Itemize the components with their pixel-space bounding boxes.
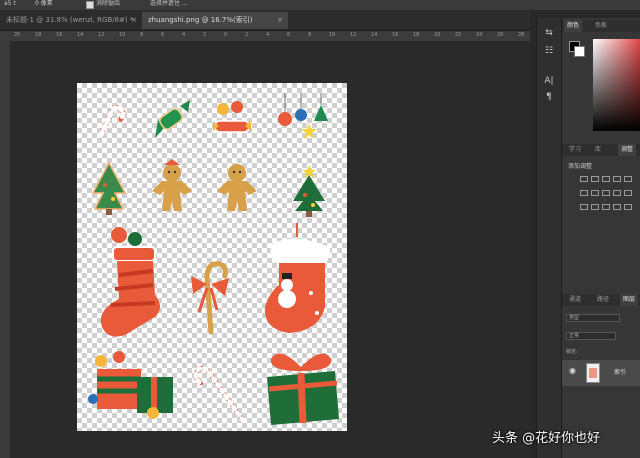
ruler-tick-label: 16	[392, 32, 399, 38]
tab-library[interactable]: 库	[592, 144, 604, 156]
option-pixels[interactable]: 0 像素	[35, 0, 53, 8]
candy-cane-icon	[98, 105, 126, 138]
christmas-decorations-artwork	[88, 93, 339, 425]
gift-pile-icon	[88, 351, 173, 419]
tab-zhuangshi[interactable]: zhuangshi.png @ 16.7%(索引) ×	[142, 12, 288, 29]
adjust-panel-tabs: 学习 库 调整	[562, 144, 640, 156]
brush-preset-icon[interactable]: ☷	[541, 44, 557, 58]
layer-name[interactable]: 索引	[614, 360, 626, 386]
adjustment-icon[interactable]	[580, 190, 588, 196]
layer-filter-input[interactable]: 类型	[566, 314, 620, 322]
close-icon[interactable]: ×	[277, 12, 283, 29]
adjustment-icon[interactable]	[591, 204, 599, 210]
ruler-tick-label: 18	[413, 32, 420, 38]
ruler-tick-label: 8	[140, 32, 144, 38]
christmas-tree-icon	[293, 165, 325, 217]
tab-adjustments[interactable]: 调整	[618, 144, 637, 156]
blend-mode-select[interactable]: 正常	[566, 332, 616, 340]
ruler-tick-label: 6	[287, 32, 291, 38]
snowman-stocking-icon	[264, 223, 331, 333]
ruler-tick-label: 12	[350, 32, 357, 38]
antialias-checkbox[interactable]	[86, 1, 94, 9]
adjustment-icon[interactable]	[580, 204, 588, 210]
options-bar: a5 t 0 像素 消除锯齿 选择并遮住 ...	[0, 0, 640, 10]
eye-icon[interactable]: ◉	[569, 367, 577, 375]
paragraph-icon[interactable]: ¶	[541, 90, 557, 104]
character-icon[interactable]: A|	[541, 74, 557, 88]
right-panels: 颜色 色板 学习 库 调整 添加调整 通道 路径 图层 类型 正常 锁定: ◉ …	[562, 18, 640, 458]
ruler-tick-label: 16	[56, 32, 63, 38]
ruler-tick-label: 14	[77, 32, 84, 38]
add-adjustment-label: 添加调整	[568, 163, 593, 170]
tab-untitled[interactable]: 未标题-1 @ 31.8% (wenzi, RGB/8#) * ×	[0, 12, 142, 29]
ruler-tick-label: 28	[518, 32, 525, 38]
ruler-tick-label: 12	[98, 32, 105, 38]
ruler-tick-label: 6	[161, 32, 165, 38]
option-antialias: 消除锯齿	[96, 0, 121, 7]
adjustment-icon[interactable]	[613, 204, 621, 210]
adjustment-icon[interactable]	[602, 204, 610, 210]
watermark: 头条 @花好你也好	[492, 431, 601, 446]
adjustment-icon[interactable]	[591, 176, 599, 182]
adjustment-icon[interactable]	[624, 176, 632, 182]
color-panel-tabs: 颜色 色板	[562, 20, 640, 32]
ruler-tick-label: 22	[455, 32, 462, 38]
ruler-tick-label: 10	[329, 32, 336, 38]
candy-bundle-icon	[213, 101, 251, 133]
gift-box-icon	[267, 353, 339, 425]
lock-label: 锁定:	[566, 349, 578, 355]
tab-swatches[interactable]: 色板	[592, 20, 610, 32]
ruler-tick-label: 4	[182, 32, 186, 38]
layer-thumbnail	[586, 363, 600, 383]
gingerbread-man-icon	[217, 164, 257, 211]
ruler-tick-label: 20	[434, 32, 441, 38]
ruler-tick-label: 2	[203, 32, 207, 38]
ornaments-icon	[278, 93, 328, 139]
select-and-mask-button[interactable]: 选择并遮住 ...	[150, 0, 188, 8]
tab-layers[interactable]: 图层	[620, 294, 639, 306]
ruler-tick-label: 18	[35, 32, 42, 38]
color-picker-field[interactable]	[593, 39, 640, 131]
adjustment-icon[interactable]	[602, 190, 610, 196]
tab-label: zhuangshi.png @ 16.7%(索引)	[148, 16, 253, 24]
tab-paths[interactable]: 路径	[594, 294, 612, 306]
adjustment-icon[interactable]	[624, 190, 632, 196]
adjustment-icon[interactable]	[591, 190, 599, 196]
vertical-ruler	[0, 41, 10, 458]
christmas-stocking-icon	[100, 227, 160, 337]
ruler-tick-label: 10	[119, 32, 126, 38]
christmas-tree-icon	[91, 161, 127, 215]
adjustment-icon[interactable]	[624, 204, 632, 210]
layer-row[interactable]: ◉ 索引	[562, 360, 640, 386]
adjustment-icon[interactable]	[613, 190, 621, 196]
ruler-tick-label: 14	[371, 32, 378, 38]
adjustment-icon[interactable]	[602, 176, 610, 182]
adjustment-icon[interactable]	[580, 176, 588, 182]
ruler-tick-label: 2	[245, 32, 249, 38]
background-color-swatch[interactable]	[574, 46, 585, 57]
adjustment-icon[interactable]	[613, 176, 621, 182]
ruler-tick-label: 24	[476, 32, 483, 38]
candy-cane-icon	[193, 365, 245, 423]
document-tabs: 未标题-1 @ 31.8% (wenzi, RGB/8#) * × zhuang…	[0, 10, 530, 31]
document-canvas[interactable]	[77, 83, 347, 431]
option-feather[interactable]: a5 t	[4, 0, 16, 8]
doc-arrow-icon[interactable]: ⇆	[541, 26, 557, 40]
layers-panel-tabs: 通道 路径 图层	[562, 294, 640, 306]
wrapped-candy-icon	[155, 100, 190, 138]
tab-color[interactable]: 颜色	[564, 20, 583, 32]
tab-learn[interactable]: 学习	[566, 144, 584, 156]
tab-channels[interactable]: 通道	[566, 294, 584, 306]
panel-icon-bar: ⇆ ☷ A| ¶	[536, 18, 562, 458]
horizontal-scrollbar[interactable]	[10, 450, 530, 458]
ruler-tick-label: 0	[224, 32, 228, 38]
ruler-tick-label: 20	[14, 32, 21, 38]
tab-label: 未标题-1 @ 31.8% (wenzi, RGB/8#) *	[6, 16, 134, 24]
ruler-tick-label: 26	[497, 32, 504, 38]
candy-cane-bow-icon	[191, 261, 229, 335]
ruler-tick-label: 8	[308, 32, 312, 38]
ruler-tick-label: 4	[266, 32, 270, 38]
close-icon[interactable]: ×	[131, 12, 137, 29]
gingerbread-man-icon	[152, 159, 192, 211]
